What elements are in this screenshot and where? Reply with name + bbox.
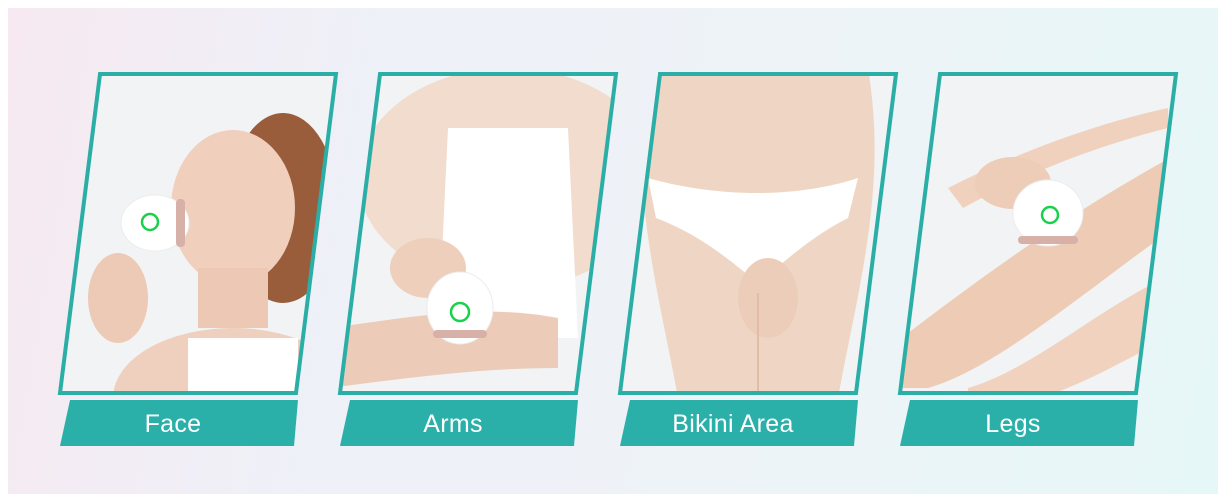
epilator-device-icon	[120, 194, 190, 252]
card-bikini-area-art	[617, 72, 899, 446]
card-face: Face	[48, 68, 339, 456]
epilator-device-icon	[1012, 179, 1084, 247]
face	[171, 130, 295, 286]
card-face-art	[57, 72, 339, 446]
hand	[738, 258, 798, 338]
card-label-arms: Arms	[423, 410, 483, 438]
top	[188, 338, 298, 393]
card-label-bikini-area: Bikini Area	[672, 410, 794, 438]
hand	[88, 253, 148, 343]
card-legs: Legs	[888, 68, 1179, 456]
epilator-device-icon	[426, 271, 494, 345]
product-banner: Face Arms Bikini Area Legs	[8, 8, 1218, 494]
card-legs-art	[897, 72, 1179, 446]
card-arms-art	[337, 72, 619, 446]
card-label-face: Face	[144, 410, 202, 438]
card-bikini-area: Bikini Area	[608, 68, 899, 456]
card-arms: Arms	[328, 68, 619, 456]
card-label-legs: Legs	[985, 410, 1041, 438]
